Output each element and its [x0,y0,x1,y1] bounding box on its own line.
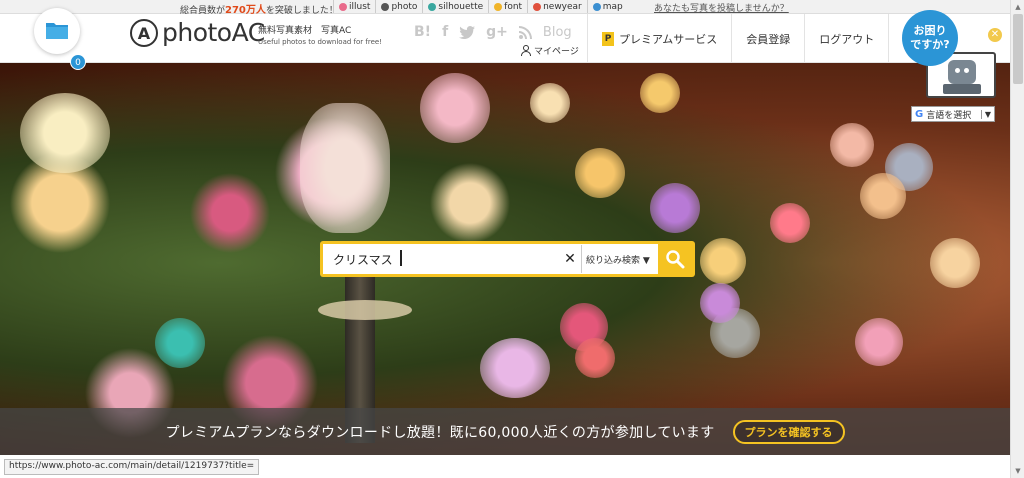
premium-banner-text: プレミアムプランならダウンロードし放題！既に60,000人近くの方が参加していま… [165,424,715,441]
newyear-icon [533,2,542,11]
map-icon [592,2,601,11]
user-icon [521,45,531,56]
browser-status-url: https://www.photo-ac.com/main/detail/121… [4,459,260,475]
text-cursor [400,250,402,266]
google-plus-icon[interactable]: g+ [486,24,508,40]
search-icon [666,250,685,269]
favorites-folder-button[interactable] [34,8,80,54]
blog-link[interactable]: Blog [543,25,572,40]
facebook-icon[interactable]: f [442,24,448,40]
site-link-illust[interactable]: illust [333,0,375,13]
hero-background-image: ✕ 絞り込み検索 ▼ プレミアムプランならダウンロードし放題！既に60,000人… [0,63,1010,455]
search-box: ✕ 絞り込み検索 ▼ [323,244,658,274]
filter-search-dropdown[interactable]: 絞り込み検索 ▼ [581,245,654,273]
site-link-map[interactable]: map [586,0,628,13]
illust-icon [339,2,347,11]
search-input[interactable] [323,245,563,273]
top-announcement-bar: 総合員数が270万人を突破しました！ illust photo silhouet… [0,0,1010,16]
scroll-down-icon[interactable]: ▼ [1013,466,1023,476]
chevron-down-icon: ▼ [980,109,994,119]
site-link-photo[interactable]: photo [375,0,422,13]
close-icon[interactable]: ✕ [988,28,1002,42]
post-photo-link[interactable]: あなたも写真を投稿しませんか？ [654,1,789,14]
social-links: B! f g+ Blog [414,24,572,40]
site-link-newyear[interactable]: newyear [527,0,587,13]
main-nav: P プレミアムサービス 会員登録 ログアウト [587,14,890,63]
language-select[interactable]: G 言語を選択 ▼ [911,106,995,122]
hatena-bookmark-icon[interactable]: B! [414,24,431,40]
tagline: 無料写真素材 写真AC Useful photos to download fo… [258,26,382,46]
font-icon [494,2,503,11]
clear-search-icon[interactable]: ✕ [563,251,577,267]
folder-count-badge: 0 [70,54,86,70]
site-link-silhouette[interactable]: silhouette [422,0,488,13]
search-bar: ✕ 絞り込み検索 ▼ [320,241,695,277]
scroll-up-icon[interactable]: ▲ [1013,2,1023,12]
check-plan-button[interactable]: プランを確認する [732,419,845,444]
logo-mark-icon: A [130,19,158,47]
nav-premium-service[interactable]: P プレミアムサービス [587,14,731,63]
search-button[interactable] [658,244,692,274]
nav-register[interactable]: 会員登録 [731,14,804,63]
google-icon: G [915,108,924,120]
silhouette-icon [428,2,437,11]
site-link-font[interactable]: font [488,0,527,13]
photo-icon [381,2,390,11]
premium-banner: プレミアムプランならダウンロードし放題！既に60,000人近くの方が参加していま… [0,408,1010,455]
site-header: A photoAC 無料写真素材 写真AC Useful photos to d… [0,14,1010,63]
nav-logout[interactable]: ログアウト [804,14,890,63]
scrollbar-thumb[interactable] [1013,14,1023,84]
page-scrollbar[interactable]: ▲ ▼ [1010,0,1024,478]
mypage-link[interactable]: マイページ [521,44,579,57]
premium-p-icon: P [602,31,614,46]
help-bubble-button[interactable]: お困り ですか? [902,10,958,66]
rss-icon[interactable] [518,25,532,39]
photoac-logo[interactable]: A photoAC [130,19,265,47]
sister-sites-nav: illust photo silhouette font newyear map [333,0,628,13]
logo-text: photoAC [162,18,265,47]
twitter-icon[interactable] [459,25,476,39]
folder-icon [46,23,68,39]
